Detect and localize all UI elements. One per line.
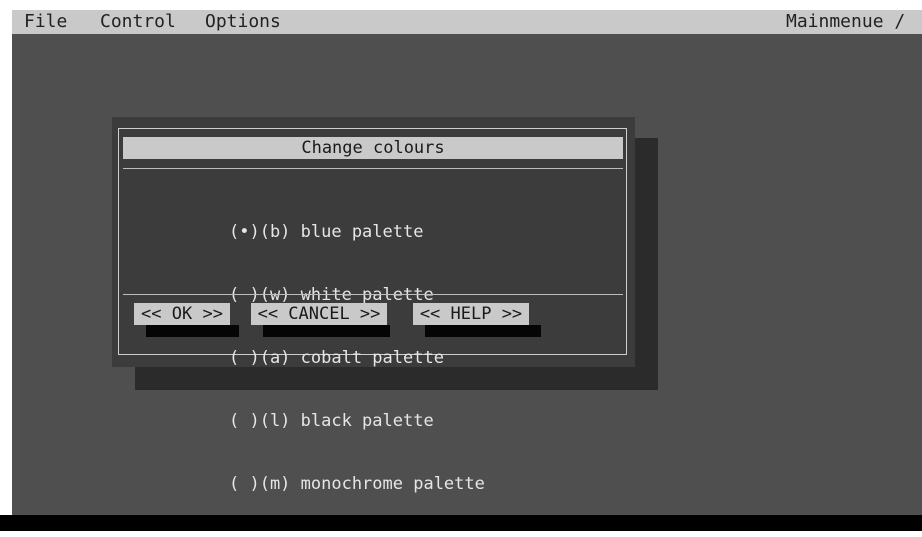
change-colours-dialog: Change colours (•)(b) blue palette ( )(w…: [112, 117, 635, 494]
ok-button[interactable]: << OK >>: [134, 303, 230, 325]
menu-file[interactable]: File: [24, 10, 67, 34]
help-button-shadow: [425, 325, 541, 337]
ok-button-shadow: [146, 325, 239, 337]
screen: File Control Options Mainmenue / Change …: [0, 0, 922, 531]
bottom-bar: [0, 515, 922, 531]
option-cobalt-palette[interactable]: ( )(a) cobalt palette: [229, 348, 485, 369]
menu-mainmenue[interactable]: Mainmenue /: [786, 10, 905, 34]
help-button[interactable]: << HELP >>: [413, 303, 529, 325]
buttons-separator: [123, 294, 623, 295]
cancel-button[interactable]: << CANCEL >>: [251, 303, 387, 325]
title-separator: [123, 168, 623, 169]
dialog-title: Change colours: [123, 137, 623, 159]
option-black-palette[interactable]: ( )(l) black palette: [229, 411, 485, 432]
menu-options[interactable]: Options: [205, 10, 281, 34]
cancel-button-shadow: [263, 325, 390, 337]
option-monochrome-palette[interactable]: ( )(m) monochrome palette: [229, 474, 485, 495]
option-blue-palette[interactable]: (•)(b) blue palette: [229, 222, 485, 243]
menu-control[interactable]: Control: [100, 10, 176, 34]
menu-bar: File Control Options Mainmenue /: [12, 10, 922, 34]
palette-options: (•)(b) blue palette ( )(w) white palette…: [229, 180, 485, 537]
